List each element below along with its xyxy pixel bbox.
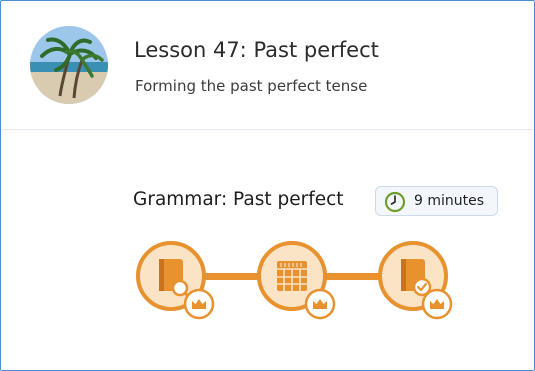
timer-icon — [384, 191, 406, 217]
lesson-image — [30, 26, 108, 104]
duration-badge: 9 minutes — [375, 186, 498, 216]
connector-line — [203, 273, 259, 280]
lesson-header: Lesson 47: Past perfect Forming the past… — [2, 2, 533, 130]
lesson-progress-track — [131, 233, 461, 329]
crown-badge-icon — [183, 288, 215, 320]
beach-palm-image — [30, 26, 108, 104]
step-1-button[interactable] — [136, 241, 215, 320]
lesson-subtitle: Forming the past perfect tense — [135, 77, 368, 95]
app-frame: Lesson 47: Past perfect Forming the past… — [0, 0, 535, 371]
step-2-button[interactable] — [257, 241, 336, 320]
connector-line — [325, 273, 381, 280]
lesson-title: Lesson 47: Past perfect — [134, 38, 379, 62]
duration-text: 9 minutes — [414, 193, 485, 209]
section-title: Grammar: Past perfect — [133, 189, 344, 210]
document-table-icon — [277, 261, 307, 291]
crown-badge-icon — [304, 288, 336, 320]
step-3-button[interactable] — [378, 241, 453, 320]
crown-badge-icon — [421, 288, 453, 320]
